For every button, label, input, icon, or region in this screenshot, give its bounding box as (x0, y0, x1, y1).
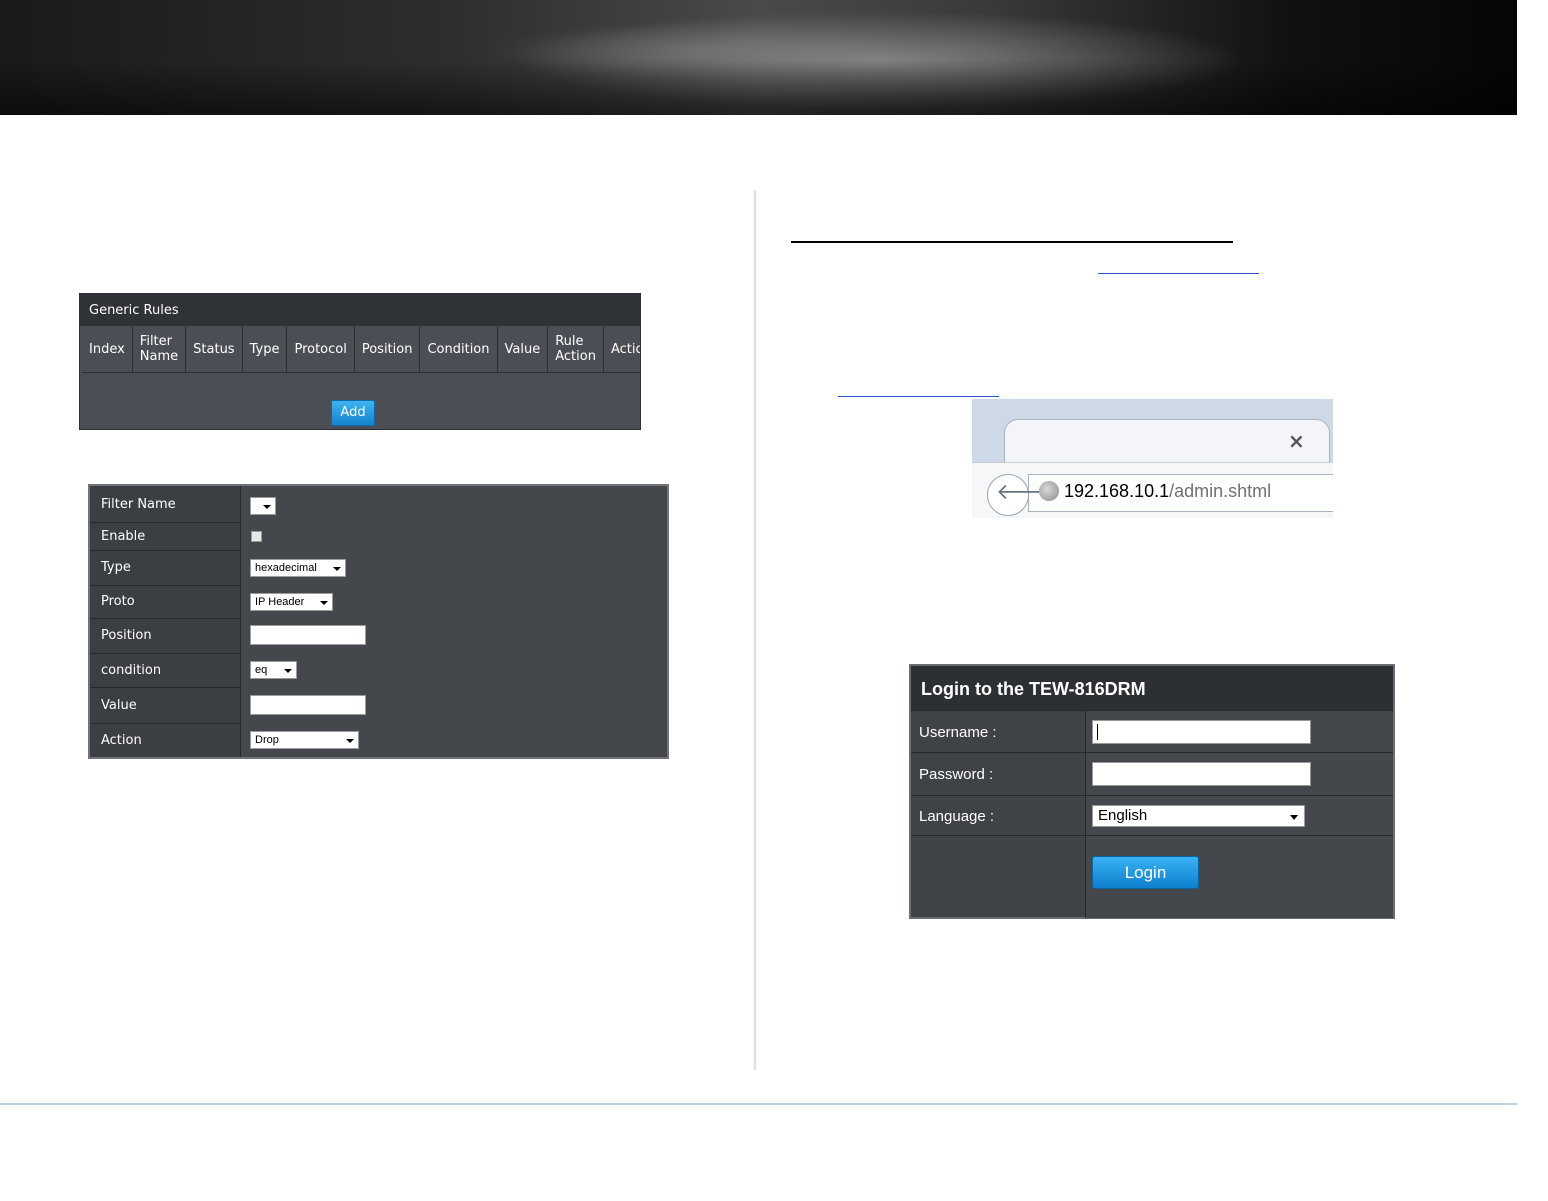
chevron-down-icon (1290, 815, 1298, 820)
add-rule-button[interactable]: Add (331, 400, 375, 426)
field-label: Filter Name (90, 486, 241, 522)
chevron-down-icon (333, 567, 341, 571)
footer-line (0, 1103, 1517, 1105)
username-input[interactable] (1092, 720, 1311, 744)
password-input[interactable] (1092, 762, 1311, 786)
header-banner (0, 0, 1517, 115)
form-row-enable: Enable (90, 522, 667, 551)
table-header-row: Index Filter Name Status Type Protocol Po… (82, 326, 640, 373)
column-header-filter-name: Filter Name (133, 326, 187, 372)
login-row-submit: Login (911, 835, 1393, 918)
column-header-rule-action: Rule Action (548, 326, 604, 372)
form-row-condition: condition eq (90, 653, 667, 688)
column-header-position: Position (355, 326, 421, 372)
login-title: Login to the TEW-816DRM (911, 666, 1393, 710)
form-row-value: Value (90, 687, 667, 724)
filter-form: Filter Name Enable Type hexadecimal Prot… (88, 484, 669, 759)
close-icon[interactable]: × (1288, 429, 1305, 453)
panel-title: Generic Rules (80, 294, 640, 326)
chevron-down-icon (284, 669, 292, 673)
enable-checkbox[interactable] (251, 531, 262, 542)
login-panel: Login to the TEW-816DRM Username : Passw… (909, 664, 1395, 919)
browser-tab[interactable] (1004, 419, 1330, 464)
field-label: Position (90, 618, 241, 653)
generic-rules-panel: Generic Rules Index Filter Name Status Ty… (79, 293, 641, 430)
field-label: Proto (90, 585, 241, 618)
filter-name-select[interactable] (250, 497, 276, 515)
chevron-down-icon (263, 505, 271, 509)
column-header-status: Status (186, 326, 243, 372)
link-underline (1098, 273, 1259, 274)
action-select[interactable]: Drop (250, 731, 359, 749)
empty-label-cell (911, 836, 1086, 918)
login-row-username: Username : (911, 710, 1393, 753)
field-label: Value (90, 687, 241, 723)
form-row-type: Type hexadecimal (90, 550, 667, 586)
field-label: condition (90, 653, 241, 687)
chevron-down-icon (346, 739, 354, 743)
login-row-language: Language : English (911, 795, 1393, 836)
browser-screenshot: × 🡐 192.168.10.1/admin.shtml (972, 399, 1333, 518)
form-row-proto: Proto IP Header (90, 585, 667, 619)
position-input[interactable] (250, 625, 366, 645)
form-row-action: Action Drop (90, 723, 667, 757)
username-label: Username : (911, 711, 1086, 753)
form-row-position: Position (90, 618, 667, 654)
section-rule (791, 241, 1233, 243)
column-header-value: Value (498, 326, 549, 372)
column-header-condition: Condition (420, 326, 498, 372)
chevron-down-icon (320, 601, 328, 605)
form-row-filter-name: Filter Name (90, 486, 667, 523)
column-divider (753, 190, 757, 1070)
proto-select[interactable]: IP Header (250, 593, 333, 611)
condition-select[interactable]: eq (250, 661, 297, 679)
language-label: Language : (911, 796, 1086, 836)
login-row-password: Password : (911, 752, 1393, 796)
column-header-action: Action (610, 341, 640, 357)
column-header-protocol: Protocol (287, 326, 355, 372)
password-label: Password : (911, 753, 1086, 796)
value-input[interactable] (250, 695, 366, 715)
type-select[interactable]: hexadecimal (250, 559, 346, 577)
column-header-type: Type (243, 326, 288, 372)
field-label: Action (90, 723, 241, 757)
column-header-index: Index (82, 326, 133, 372)
field-label: Enable (90, 522, 241, 550)
link-underline (838, 396, 999, 397)
login-button[interactable]: Login (1092, 856, 1199, 889)
text-caret (1097, 724, 1098, 740)
globe-icon (1039, 481, 1059, 501)
language-select[interactable]: English (1092, 805, 1305, 827)
field-label: Type (90, 550, 241, 585)
address-text: 192.168.10.1/admin.shtml (1064, 481, 1272, 501)
